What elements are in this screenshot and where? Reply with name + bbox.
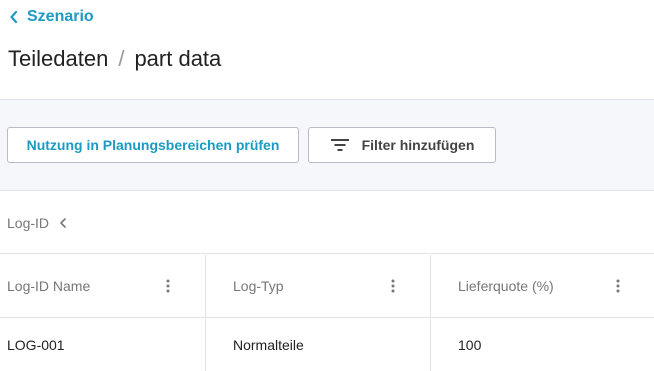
table-cell: LOG-001: [0, 319, 204, 371]
add-filter-button[interactable]: Filter hinzufügen: [308, 127, 496, 163]
page-title: Teiledaten / part data: [8, 46, 221, 72]
column-header-label: Lieferquote (%): [458, 278, 554, 294]
add-filter-button-label: Filter hinzufügen: [361, 137, 475, 153]
chevron-left-icon: [10, 10, 18, 24]
column-header-label: Log-ID Name: [7, 278, 91, 294]
page-title-main: Teiledaten: [8, 46, 109, 71]
page-title-sub: part data: [134, 46, 222, 71]
toolbar: Nutzung in Planungsbereichen prüfen Filt…: [0, 99, 654, 191]
column-header-lieferquote[interactable]: Lieferquote (%): [430, 255, 654, 317]
group-header: Log-ID: [0, 192, 654, 254]
table-cell: Normalteile: [205, 319, 429, 371]
column-header-log-typ[interactable]: Log-Typ: [205, 255, 429, 317]
table-header: Log-ID Name Log-Typ Lieferquote (%): [0, 255, 654, 318]
check-usage-button-label: Nutzung in Planungsbereichen prüfen: [26, 137, 280, 153]
back-link-label: Szenario: [27, 8, 94, 25]
back-link[interactable]: Szenario: [9, 8, 94, 26]
cell-log-id-name: LOG-001: [7, 337, 65, 353]
collapse-chevron-icon[interactable]: [59, 217, 67, 229]
check-usage-button[interactable]: Nutzung in Planungsbereichen prüfen: [7, 127, 299, 163]
table-row[interactable]: LOG-001 Normalteile 100: [0, 319, 654, 371]
table-cell: 100: [430, 319, 654, 371]
filter-icon: [330, 139, 349, 151]
kebab-menu-icon[interactable]: [391, 279, 395, 293]
group-label: Log-ID: [7, 214, 50, 231]
kebab-menu-icon[interactable]: [166, 279, 170, 293]
cell-log-typ: Normalteile: [233, 337, 304, 353]
kebab-menu-icon[interactable]: [616, 279, 620, 293]
column-header-label: Log-Typ: [233, 278, 284, 294]
title-separator: /: [118, 46, 125, 71]
column-header-log-id-name[interactable]: Log-ID Name: [0, 255, 204, 317]
cell-lieferquote: 100: [458, 337, 482, 353]
